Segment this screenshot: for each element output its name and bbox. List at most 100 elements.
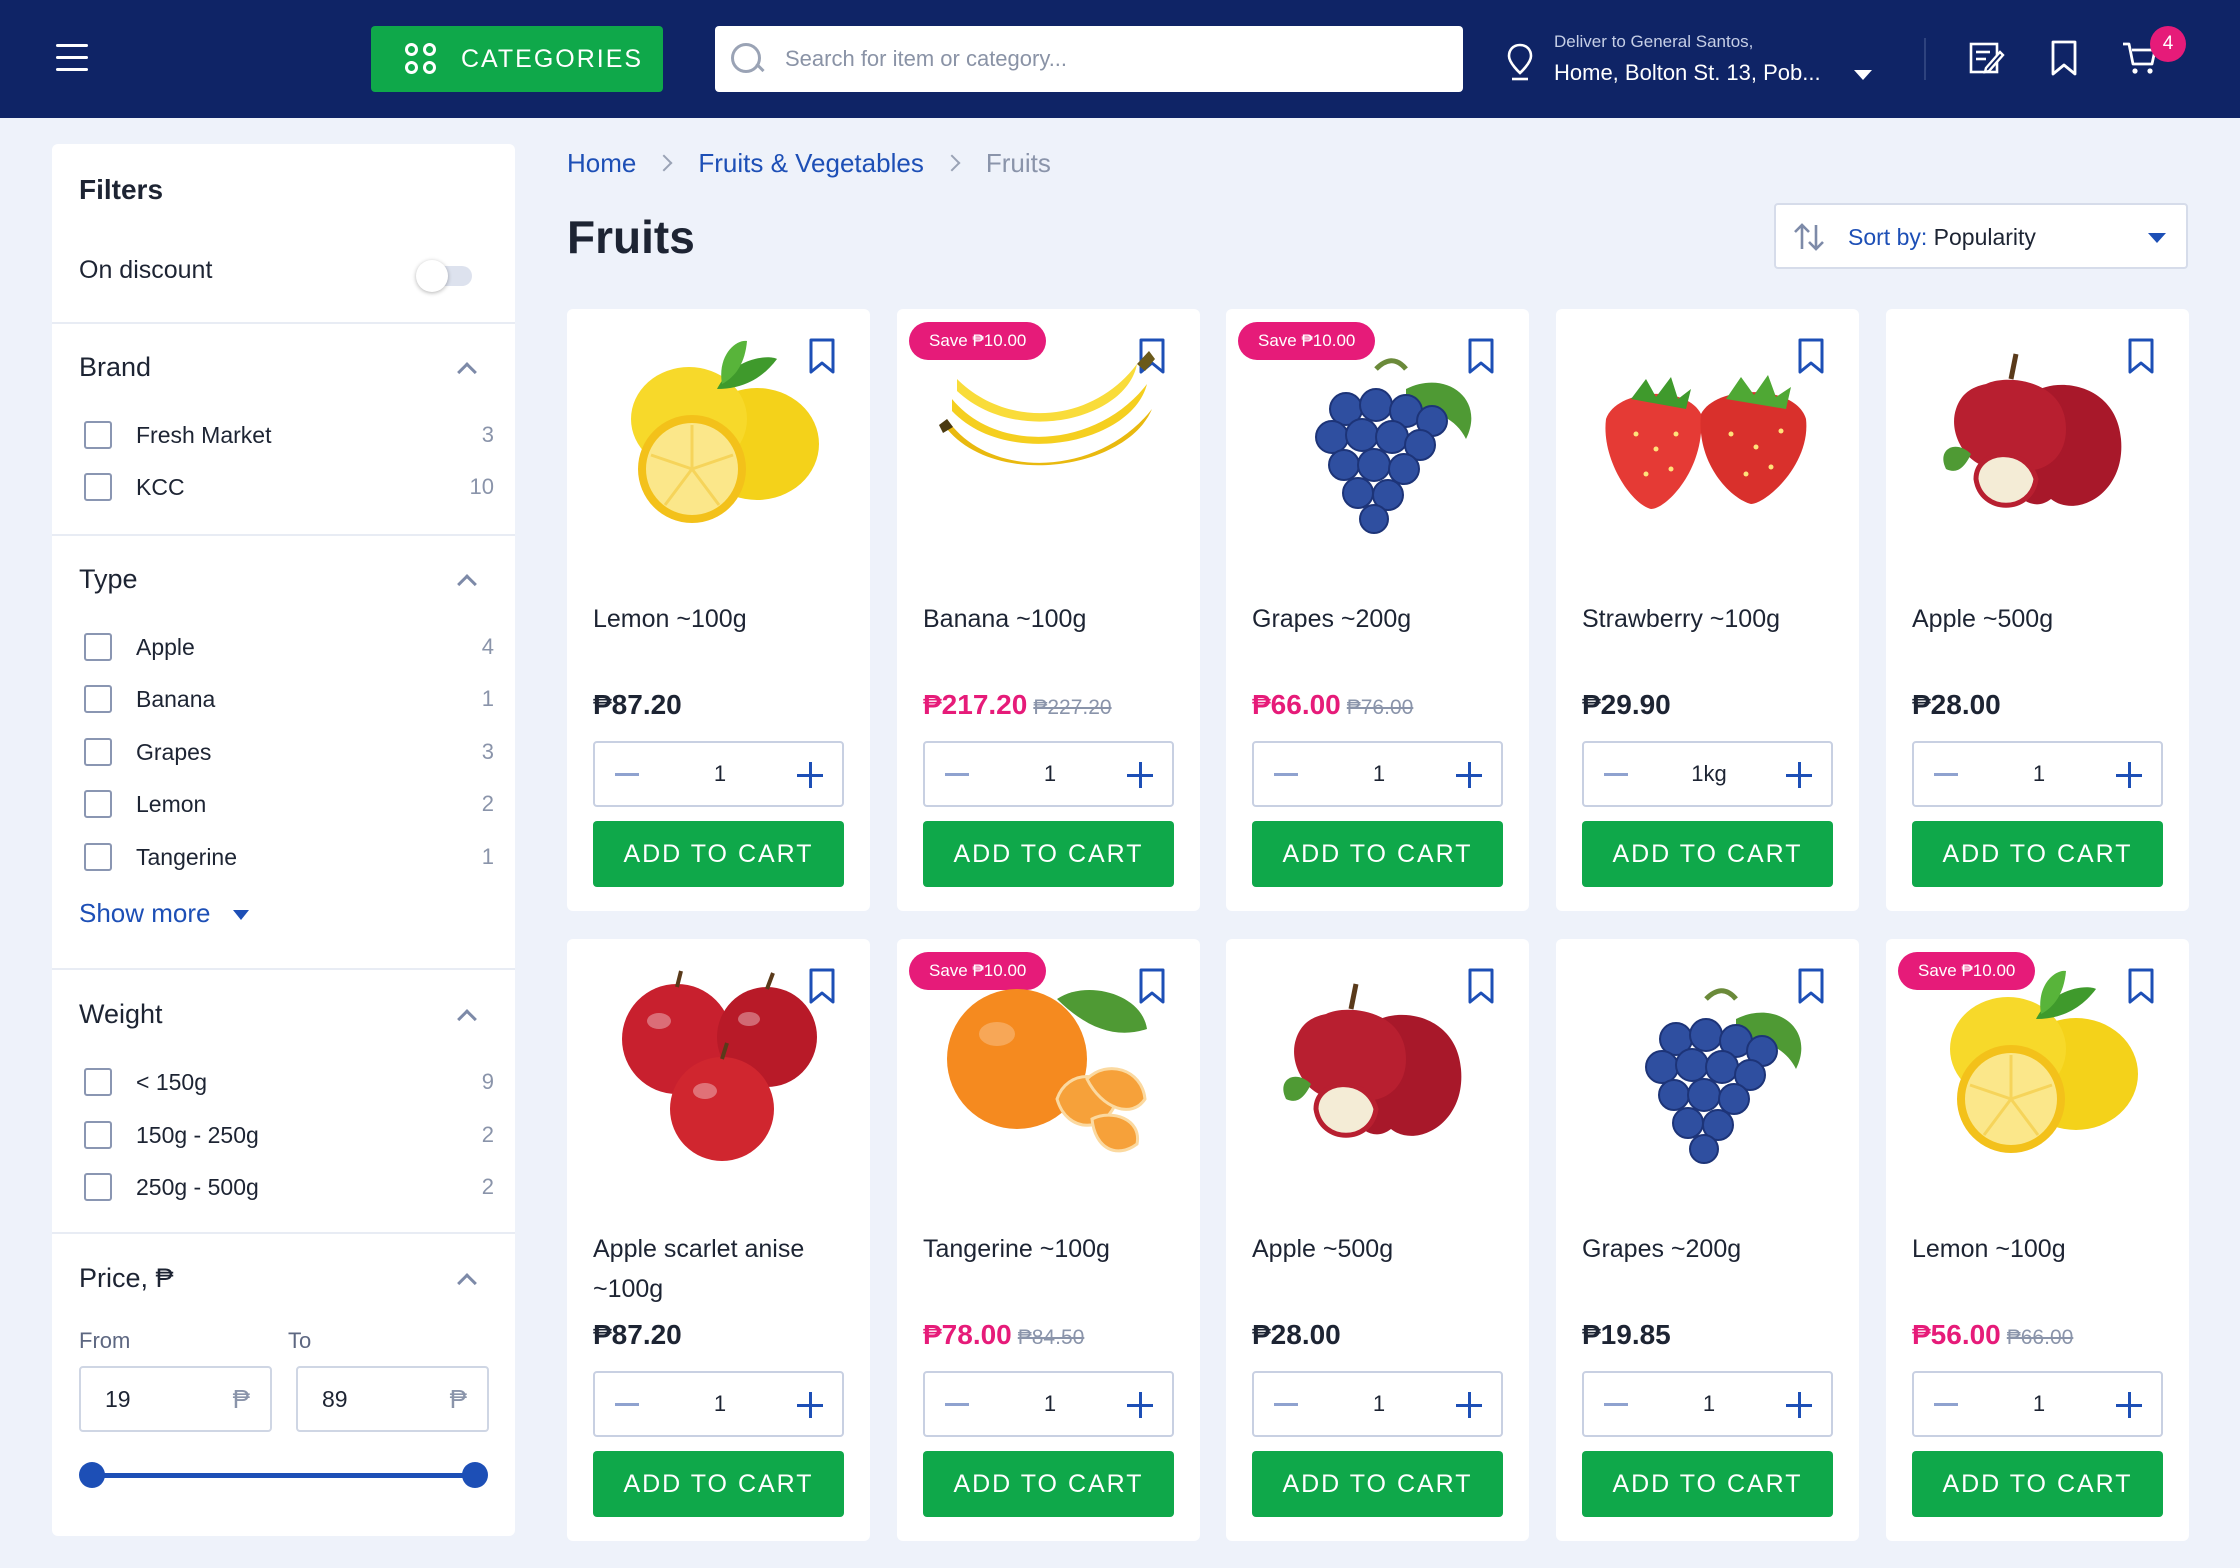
add-to-cart-button[interactable]: ADD TO CART (1582, 1451, 1833, 1517)
plus-icon[interactable] (1127, 762, 1153, 788)
price-from-field[interactable]: ₱ (79, 1366, 272, 1432)
plus-icon[interactable] (1456, 1392, 1482, 1418)
chevron-up-icon[interactable] (457, 1273, 477, 1293)
filter-type-tangerine[interactable]: Tangerine 1 (84, 840, 494, 874)
product-card[interactable]: Save ₱10.00 Lemon ~100g ₱56.00 ₱66.00 1 ADD … (1886, 939, 2189, 1541)
plus-icon[interactable] (1456, 762, 1482, 788)
chevron-up-icon[interactable] (457, 362, 477, 382)
price-max-handle[interactable] (462, 1462, 488, 1488)
discount-toggle[interactable] (416, 258, 476, 292)
add-to-cart-button[interactable]: ADD TO CART (1252, 1451, 1503, 1517)
breadcrumb-fruits-vegetables[interactable]: Fruits & Vegetables (698, 148, 923, 178)
product-card[interactable]: Save ₱10.00 Banana ~100g ₱217.20 ₱227.20 1 A… (897, 309, 1200, 911)
add-to-cart-button[interactable]: ADD TO CART (923, 1451, 1174, 1517)
add-to-cart-button[interactable]: ADD TO CART (1582, 821, 1833, 887)
product-name[interactable]: Grapes ~200g (1252, 599, 1502, 639)
product-card[interactable]: Apple scarlet anise ~100g ₱87.20 1 ADD TO C… (567, 939, 870, 1541)
add-to-cart-button[interactable]: ADD TO CART (593, 821, 844, 887)
product-name[interactable]: Grapes ~200g (1582, 1229, 1832, 1269)
filter-weight-250-500[interactable]: 250g - 500g 2 (84, 1170, 494, 1204)
plus-icon[interactable] (2116, 1392, 2142, 1418)
quantity-value[interactable]: 1 (1974, 1391, 2104, 1417)
plus-icon[interactable] (1786, 1392, 1812, 1418)
plus-icon[interactable] (797, 1392, 823, 1418)
checkbox[interactable] (84, 1173, 112, 1201)
product-name[interactable]: Lemon ~100g (1912, 1229, 2162, 1269)
product-name[interactable]: Banana ~100g (923, 599, 1173, 639)
plus-icon[interactable] (2116, 762, 2142, 788)
checkbox[interactable] (84, 1068, 112, 1096)
product-name[interactable]: Apple ~500g (1252, 1229, 1502, 1269)
quantity-value[interactable]: 1 (655, 761, 785, 787)
checkbox[interactable] (84, 738, 112, 766)
filter-brand-fresh-market[interactable]: Fresh Market 3 (84, 418, 494, 452)
quantity-value[interactable]: 1kg (1644, 761, 1774, 787)
quantity-value[interactable]: 1 (1314, 761, 1444, 787)
product-card[interactable]: Save ₱10.00 Grapes ~200g ₱66.00 ₱76.00 1 ADD… (1226, 309, 1529, 911)
minus-icon[interactable] (1274, 1403, 1298, 1406)
product-card[interactable]: Lemon ~100g ₱87.20 1 ADD TO CART (567, 309, 870, 911)
product-name[interactable]: Apple ~500g (1912, 599, 2162, 639)
plus-icon[interactable] (797, 762, 823, 788)
plus-icon[interactable] (1786, 762, 1812, 788)
product-name[interactable]: Apple scarlet anise ~100g (593, 1229, 843, 1309)
add-to-cart-button[interactable]: ADD TO CART (1912, 821, 2163, 887)
checkbox[interactable] (84, 1121, 112, 1149)
product-name[interactable]: Lemon ~100g (593, 599, 843, 639)
add-to-cart-button[interactable]: ADD TO CART (593, 1451, 844, 1517)
minus-icon[interactable] (615, 773, 639, 776)
filter-type-banana[interactable]: Banana 1 (84, 682, 494, 716)
filter-type-lemon[interactable]: Lemon 2 (84, 787, 494, 821)
add-to-cart-button[interactable]: ADD TO CART (923, 821, 1174, 887)
price-to-input[interactable] (322, 1386, 422, 1413)
minus-icon[interactable] (1274, 773, 1298, 776)
product-name[interactable]: Tangerine ~100g (923, 1229, 1173, 1269)
filter-type-apple[interactable]: Apple 4 (84, 630, 494, 664)
plus-icon[interactable] (1127, 1392, 1153, 1418)
filter-brand-kcc[interactable]: KCC 10 (84, 470, 494, 504)
add-to-cart-button[interactable]: ADD TO CART (1252, 821, 1503, 887)
show-more-link[interactable]: Show more (79, 898, 249, 929)
search-bar[interactable] (715, 26, 1463, 92)
checkbox[interactable] (84, 633, 112, 661)
product-card[interactable]: Save ₱10.00 Tangerine ~100g ₱78.00 ₱84.50 1… (897, 939, 1200, 1541)
product-card[interactable]: Apple ~500g ₱28.00 1 ADD TO CART (1886, 309, 2189, 911)
quantity-value[interactable]: 1 (1314, 1391, 1444, 1417)
price-to-field[interactable]: ₱ (296, 1366, 489, 1432)
checkbox[interactable] (84, 790, 112, 818)
minus-icon[interactable] (1934, 773, 1958, 776)
checkbox[interactable] (84, 473, 112, 501)
quantity-value[interactable]: 1 (985, 1391, 1115, 1417)
price-from-input[interactable] (105, 1386, 205, 1413)
breadcrumb-home[interactable]: Home (567, 148, 636, 178)
quantity-value[interactable]: 1 (655, 1391, 785, 1417)
categories-button[interactable]: CATEGORIES (371, 26, 663, 92)
price-min-handle[interactable] (79, 1462, 105, 1488)
price-range-track[interactable] (92, 1473, 476, 1478)
chevron-up-icon[interactable] (457, 1009, 477, 1029)
minus-icon[interactable] (945, 1403, 969, 1406)
filter-weight-under-150[interactable]: < 150g 9 (84, 1065, 494, 1099)
search-input[interactable] (785, 46, 1405, 72)
checkbox[interactable] (84, 685, 112, 713)
minus-icon[interactable] (1934, 1403, 1958, 1406)
product-name[interactable]: Strawberry ~100g (1582, 599, 1832, 639)
minus-icon[interactable] (945, 773, 969, 776)
menu-icon[interactable] (56, 44, 88, 72)
filter-weight-150-250[interactable]: 150g - 250g 2 (84, 1118, 494, 1152)
checkbox[interactable] (84, 843, 112, 871)
product-card[interactable]: Grapes ~200g ₱19.85 1 ADD TO CART (1556, 939, 1859, 1541)
minus-icon[interactable] (1604, 1403, 1628, 1406)
quantity-value[interactable]: 1 (1974, 761, 2104, 787)
filter-type-grapes[interactable]: Grapes 3 (84, 735, 494, 769)
product-card[interactable]: Strawberry ~100g ₱29.90 1kg ADD TO CART (1556, 309, 1859, 911)
quantity-value[interactable]: 1 (1644, 1391, 1774, 1417)
sort-dropdown[interactable]: Sort by: Popularity (1774, 203, 2188, 269)
chevron-up-icon[interactable] (457, 574, 477, 594)
minus-icon[interactable] (615, 1403, 639, 1406)
minus-icon[interactable] (1604, 773, 1628, 776)
bookmark-icon[interactable] (2044, 38, 2084, 78)
quantity-value[interactable]: 1 (985, 761, 1115, 787)
checkbox[interactable] (84, 421, 112, 449)
shopping-list-icon[interactable] (1966, 38, 2006, 78)
